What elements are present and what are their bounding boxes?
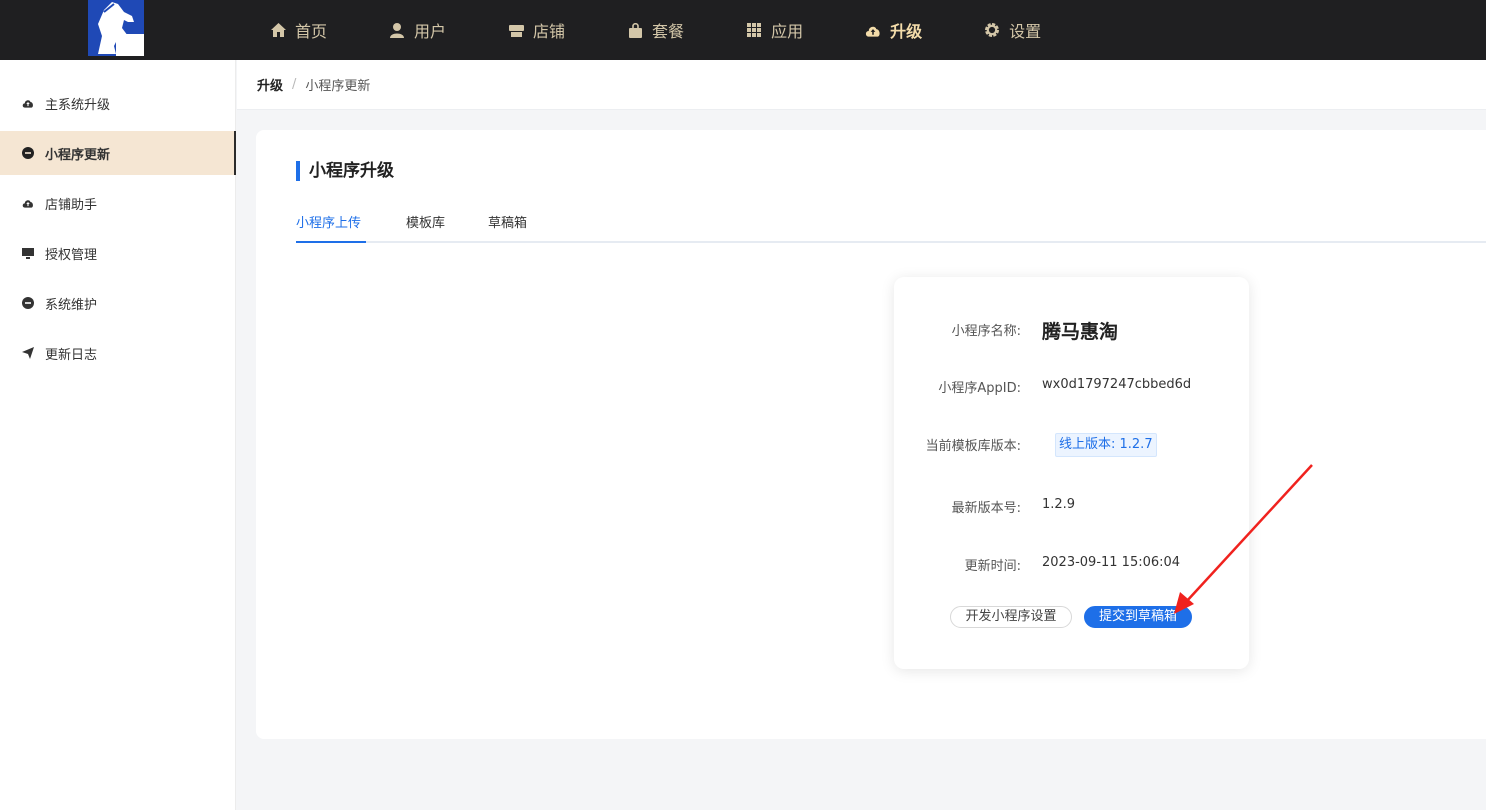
store-icon	[508, 22, 524, 38]
name-label: 小程序名称:	[951, 324, 1021, 339]
cloud-upload-icon	[22, 197, 34, 209]
dev-settings-button[interactable]: 开发小程序设置	[950, 606, 1072, 628]
app-logo[interactable]	[88, 0, 144, 56]
breadcrumb: 升级 / 小程序更新	[237, 60, 1486, 110]
active-tab-indicator	[296, 241, 366, 243]
online-version-tag: 线上版本: 1.2.7	[1055, 433, 1157, 457]
breadcrumb-separator: /	[292, 77, 297, 92]
nav-users[interactable]: 用户	[389, 18, 446, 42]
cloud-upload-icon	[865, 22, 881, 38]
nav-package[interactable]: 套餐	[627, 18, 684, 42]
sidebar-item-miniprogram-update[interactable]: 小程序更新	[0, 131, 236, 175]
tab-template-library[interactable]: 模板库	[406, 212, 445, 243]
page-title: 小程序升级	[296, 161, 394, 181]
minus-circle-icon	[22, 297, 34, 309]
tab-drafts[interactable]: 草稿箱	[488, 212, 527, 243]
nav-users-label: 用户	[414, 22, 447, 41]
latest-version-value: 1.2.9	[1042, 497, 1076, 512]
template-version-label: 当前模板库版本:	[925, 439, 1021, 454]
minus-circle-icon	[22, 147, 34, 159]
nav-package-label: 套餐	[652, 22, 685, 41]
home-icon	[270, 22, 286, 38]
content-card: 小程序升级 小程序上传 模板库 草稿箱	[256, 130, 1486, 739]
top-nav-bar: 首页 用户 店铺 套餐 应用 升级 设置	[0, 0, 1486, 60]
breadcrumb-current: 小程序更新	[305, 79, 371, 94]
bag-icon	[627, 22, 643, 38]
latest-version-label: 最新版本号:	[951, 501, 1021, 516]
sidebar-item-label: 主系统升级	[45, 97, 111, 113]
appid-value: wx0d1797247cbbed6d	[1042, 377, 1192, 392]
appid-label: 小程序AppID:	[938, 381, 1021, 396]
grid-icon	[746, 22, 762, 38]
gear-icon	[984, 22, 1000, 38]
nav-store[interactable]: 店铺	[508, 18, 565, 42]
sidebar-item-label: 更新日志	[45, 347, 98, 363]
nav-settings[interactable]: 设置	[984, 18, 1041, 42]
nav-home-label: 首页	[295, 22, 328, 41]
update-time-label: 更新时间:	[964, 559, 1021, 574]
monitor-icon	[22, 247, 34, 259]
send-icon	[22, 347, 34, 359]
nav-apps-label: 应用	[771, 22, 804, 41]
miniprogram-info-panel: 小程序名称: 腾马惠淘 小程序AppID: wx0d1797247cbbed6d…	[894, 277, 1249, 669]
nav-upgrade[interactable]: 升级	[865, 18, 922, 42]
user-icon	[389, 22, 405, 38]
sidebar-item-main-upgrade[interactable]: 主系统升级	[0, 81, 236, 125]
nav-store-label: 店铺	[533, 22, 566, 41]
horse-logo-icon	[98, 2, 136, 54]
tab-miniprogram-upload[interactable]: 小程序上传	[296, 212, 361, 243]
main-nav: 首页 用户 店铺 套餐 应用 升级 设置	[270, 0, 1103, 60]
sidebar-item-label: 授权管理	[45, 247, 98, 263]
breadcrumb-parent[interactable]: 升级	[257, 75, 283, 94]
cloud-upload-icon	[22, 97, 34, 109]
sidebar-item-label: 系统维护	[45, 297, 98, 313]
sidebar-item-changelog[interactable]: 更新日志	[0, 331, 236, 375]
sidebar-item-label: 店铺助手	[45, 197, 98, 213]
submit-to-drafts-button[interactable]: 提交到草稿箱	[1084, 606, 1192, 628]
update-time-value: 2023-09-11 15:06:04	[1042, 555, 1181, 570]
tab-bar: 小程序上传 模板库 草稿箱	[296, 212, 1486, 243]
nav-apps[interactable]: 应用	[746, 18, 803, 42]
nav-upgrade-label: 升级	[890, 22, 923, 41]
sidebar-item-authorization[interactable]: 授权管理	[0, 231, 236, 275]
sidebar-item-label: 小程序更新	[45, 147, 111, 163]
sidebar-item-store-assistant[interactable]: 店铺助手	[0, 181, 236, 225]
nav-home[interactable]: 首页	[270, 18, 327, 42]
sidebar-item-maintenance[interactable]: 系统维护	[0, 281, 236, 325]
sidebar: 主系统升级 小程序更新 店铺助手 授权管理 系统维护 更新日志	[0, 60, 236, 810]
nav-settings-label: 设置	[1009, 22, 1042, 41]
name-value: 腾马惠淘	[1042, 321, 1119, 343]
